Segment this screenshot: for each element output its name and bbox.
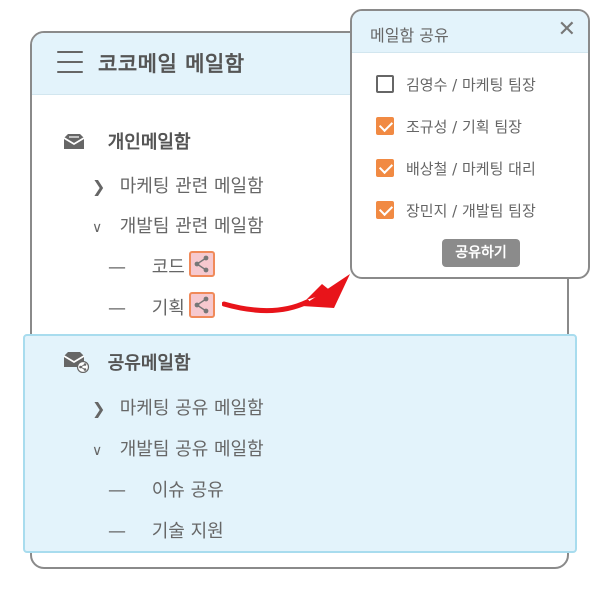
folder-label: 개발팀 공유 메일함 [119, 439, 264, 460]
member-label: 조규성 / 기획 팀장 [406, 118, 522, 136]
member-label: 배상철 / 마케팅 대리 [406, 160, 536, 178]
close-icon[interactable]: ✕ [558, 17, 576, 42]
member-label: 장민지 / 개발팀 팀장 [406, 202, 536, 220]
folder-item-dev[interactable]: ∨ 개발팀 관련 메일함 [92, 212, 264, 238]
app-title: 코코메일 메일함 [98, 52, 245, 76]
shared-mail-icon [63, 352, 90, 374]
subfolder-item-code[interactable]: — 코드 [108, 253, 185, 279]
dash: — [108, 298, 126, 319]
personal-mailbox-header[interactable]: 개인메일함 [62, 128, 191, 154]
shared-subfolder-item-issues[interactable]: — 이슈 공유 [108, 476, 224, 502]
checkbox-checked[interactable] [376, 117, 394, 135]
chevron-right-icon: ❯ [92, 177, 106, 196]
share-dialog: 메일함 공유 ✕ 김영수 / 마케팅 팀장 조규성 / 기획 팀장 배상철 / … [350, 9, 590, 279]
checkbox[interactable] [376, 75, 394, 93]
share-button-planning[interactable] [189, 292, 215, 318]
member-option[interactable]: 조규성 / 기획 팀장 [376, 116, 522, 137]
checkbox-checked[interactable] [376, 201, 394, 219]
personal-mailbox-title: 개인메일함 [107, 132, 191, 153]
share-button-code[interactable] [189, 251, 215, 277]
folder-label: 개발팀 관련 메일함 [119, 216, 264, 237]
mail-icon [63, 134, 85, 149]
checkbox-checked[interactable] [376, 159, 394, 177]
subfolder-item-planning[interactable]: — 기획 [108, 294, 185, 320]
member-option[interactable]: 배상철 / 마케팅 대리 [376, 158, 536, 179]
member-option[interactable]: 김영수 / 마케팅 팀장 [376, 74, 536, 95]
subfolder-label: 기술 지원 [151, 521, 224, 542]
share-icon [194, 296, 209, 314]
subfolder-label: 이슈 공유 [151, 480, 224, 501]
share-dialog-title: 메일함 공유 [370, 26, 449, 45]
dash: — [108, 521, 126, 542]
share-submit-button[interactable]: 공유하기 [442, 239, 520, 267]
arrow-annotation [222, 274, 350, 313]
folder-label: 마케팅 공유 메일함 [119, 398, 264, 419]
shared-folder-item-marketing[interactable]: ❯ 마케팅 공유 메일함 [92, 394, 264, 420]
shared-folder-item-dev[interactable]: ∨ 개발팀 공유 메일함 [92, 435, 264, 461]
dash: — [108, 257, 126, 278]
folder-item-marketing[interactable]: ❯ 마케팅 관련 메일함 [92, 172, 264, 198]
member-option[interactable]: 장민지 / 개발팀 팀장 [376, 200, 536, 221]
subfolder-label: 코드 [151, 257, 185, 278]
shared-mailbox-title: 공유메일함 [107, 353, 191, 374]
share-icon [194, 255, 209, 273]
folder-label: 마케팅 관련 메일함 [119, 176, 264, 197]
share-dialog-header: 메일함 공유 ✕ [352, 11, 588, 53]
dash: — [108, 480, 126, 501]
shared-subfolder-item-support[interactable]: — 기술 지원 [108, 517, 224, 543]
chevron-down-icon: ∨ [92, 443, 103, 459]
hamburger-icon[interactable] [57, 51, 83, 75]
subfolder-label: 기획 [151, 298, 185, 319]
chevron-down-icon: ∨ [92, 220, 103, 236]
shared-mailbox-header[interactable]: 공유메일함 [62, 349, 191, 375]
member-label: 김영수 / 마케팅 팀장 [406, 76, 536, 94]
chevron-right-icon: ❯ [92, 399, 106, 418]
